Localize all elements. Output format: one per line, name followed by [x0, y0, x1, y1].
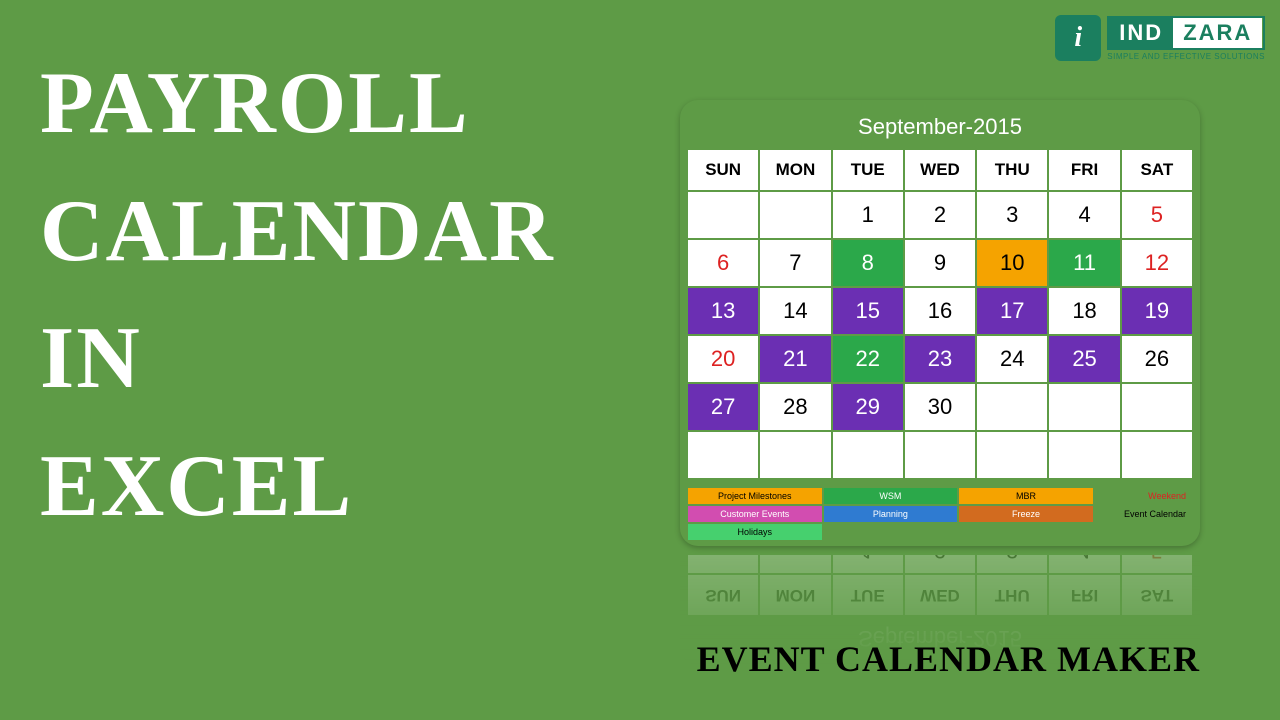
title-line: CALENDAR	[40, 168, 555, 296]
logo-brand-a: IND	[1109, 18, 1173, 48]
legend-wsm: WSM	[824, 488, 958, 504]
title-line: EXCEL	[40, 423, 555, 551]
calendar-cell: 4	[1049, 555, 1119, 573]
calendar-day-header: TUE	[833, 150, 903, 190]
legend-event-calendar: Event Calendar	[1095, 506, 1192, 522]
calendar-cell: 9	[905, 240, 975, 286]
calendar-legend: Project Milestones WSM MBR Weekend Custo…	[688, 488, 1192, 540]
logo-brand-b: ZARA	[1173, 18, 1262, 48]
calendar-cell: 18	[1049, 288, 1119, 334]
calendar-cell: 1	[833, 555, 903, 573]
calendar-cell: 1	[833, 192, 903, 238]
calendar-cell: 6	[688, 240, 758, 286]
main-title: PAYROLL CALENDAR IN EXCEL	[40, 40, 555, 550]
calendar-cell: 11	[1049, 240, 1119, 286]
calendar-day-header: THU	[977, 150, 1047, 190]
calendar-cell: 5	[1122, 192, 1192, 238]
legend-customer-events: Customer Events	[688, 506, 822, 522]
calendar-cell: 14	[760, 288, 830, 334]
calendar-cell: 29	[833, 384, 903, 430]
calendar-cell: 26	[1122, 336, 1192, 382]
calendar-cell: 25	[1049, 336, 1119, 382]
legend-holidays: Holidays	[688, 524, 822, 540]
calendar-cell: 2	[905, 555, 975, 573]
calendar-cell: 5	[1122, 555, 1192, 573]
calendar-cell	[833, 432, 903, 478]
calendar-cell: 13	[688, 288, 758, 334]
calendar-cell: 21	[760, 336, 830, 382]
calendar-cell	[977, 384, 1047, 430]
calendar-cell: 23	[905, 336, 975, 382]
calendar-cell: 24	[977, 336, 1047, 382]
subtitle: EVENT CALENDAR MAKER	[697, 638, 1200, 680]
legend-mbr: MBR	[959, 488, 1093, 504]
calendar-cell	[760, 432, 830, 478]
logo-icon: i	[1055, 15, 1101, 61]
calendar-grid: SUNMONTUEWEDTHUFRISAT1234567891011121314…	[688, 150, 1192, 478]
calendar-grid: SUNMONTUEWEDTHUFRISAT1234567891011121314…	[688, 555, 1192, 615]
calendar-cell: 4	[1049, 192, 1119, 238]
calendar-day-header: WED	[905, 575, 975, 615]
calendar-cell: 10	[977, 240, 1047, 286]
legend-freeze: Freeze	[959, 506, 1093, 522]
calendar-cell: 28	[760, 384, 830, 430]
calendar-cell: 27	[688, 384, 758, 430]
legend-project-milestones: Project Milestones	[688, 488, 822, 504]
calendar-day-header: FRI	[1049, 150, 1119, 190]
calendar-cell: 20	[688, 336, 758, 382]
calendar-cell: 15	[833, 288, 903, 334]
calendar-cell: 3	[977, 192, 1047, 238]
calendar-cell	[1049, 432, 1119, 478]
calendar-day-header: MON	[760, 150, 830, 190]
calendar-day-header: TUE	[833, 575, 903, 615]
calendar-cell: 12	[1122, 240, 1192, 286]
legend-weekend: Weekend	[1095, 488, 1192, 504]
calendar-cell	[1122, 432, 1192, 478]
title-line: IN	[40, 295, 555, 423]
calendar-day-header: FRI	[1049, 575, 1119, 615]
calendar-cell: 16	[905, 288, 975, 334]
logo-text: IND ZARA SIMPLE AND EFFECTIVE SOLUTIONS	[1107, 16, 1265, 61]
calendar-cell: 8	[833, 240, 903, 286]
calendar-cell	[905, 432, 975, 478]
calendar-cell	[760, 555, 830, 573]
calendar-day-header: WED	[905, 150, 975, 190]
calendar-cell: 17	[977, 288, 1047, 334]
calendar-cell	[760, 192, 830, 238]
legend-planning: Planning	[824, 506, 958, 522]
calendar-day-header: SUN	[688, 150, 758, 190]
calendar-cell	[1049, 384, 1119, 430]
calendar-day-header: THU	[977, 575, 1047, 615]
calendar-cell	[688, 432, 758, 478]
calendar-cell: 7	[760, 240, 830, 286]
calendar-cell	[977, 432, 1047, 478]
logo-tagline: SIMPLE AND EFFECTIVE SOLUTIONS	[1107, 52, 1265, 61]
calendar-day-header: SAT	[1122, 150, 1192, 190]
calendar-cell: 2	[905, 192, 975, 238]
calendar-cell: 19	[1122, 288, 1192, 334]
calendar-day-header: SUN	[688, 575, 758, 615]
calendar-card: September-2015 SUNMONTUEWEDTHUFRISAT1234…	[680, 100, 1200, 546]
title-line: PAYROLL	[40, 40, 555, 168]
calendar-cell	[688, 555, 758, 573]
calendar-cell: 3	[977, 555, 1047, 573]
calendar-day-header: MON	[760, 575, 830, 615]
calendar-cell: 22	[833, 336, 903, 382]
brand-logo: i IND ZARA SIMPLE AND EFFECTIVE SOLUTION…	[1055, 15, 1265, 61]
calendar-cell	[688, 192, 758, 238]
calendar-cell: 30	[905, 384, 975, 430]
calendar-day-header: SAT	[1122, 575, 1192, 615]
calendar-cell	[1122, 384, 1192, 430]
calendar-month-title: September-2015	[688, 108, 1192, 150]
